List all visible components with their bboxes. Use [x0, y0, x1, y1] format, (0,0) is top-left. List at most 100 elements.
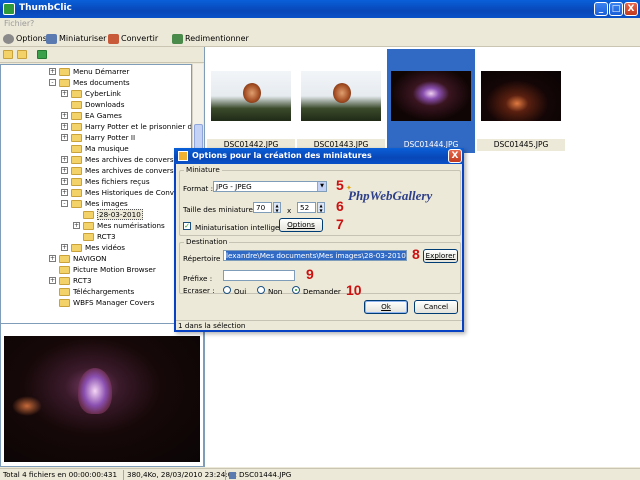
tree-item[interactable]: 28-03-2010 — [73, 209, 143, 220]
preview-image — [4, 336, 200, 462]
tree-expander[interactable]: + — [49, 68, 56, 75]
menu-help[interactable]: ? — [30, 19, 34, 28]
ok-label: Ok — [381, 302, 391, 311]
radio-demander[interactable] — [292, 286, 300, 294]
tree-item[interactable]: - Mes documents — [49, 77, 130, 88]
tree-expander[interactable]: + — [61, 134, 68, 141]
tree-expander[interactable]: + — [61, 90, 68, 97]
radio-oui[interactable] — [223, 286, 231, 294]
tree-item[interactable]: + RCT3 — [49, 275, 92, 286]
tree-item[interactable]: WBFS Manager Covers — [49, 297, 154, 308]
tree-item[interactable]: + Harry Potter II — [61, 132, 135, 143]
title-bar: ThumbClic _ □ X — [0, 0, 640, 18]
options-button[interactable]: Options — [3, 32, 47, 45]
folder-icon — [71, 199, 82, 208]
format-select[interactable]: JPG - JPEG ▼ — [213, 181, 327, 192]
radio-non-label: Non — [268, 287, 283, 296]
tree-item-label: Mes numérisations — [97, 221, 165, 230]
folder-icon — [71, 155, 82, 164]
dialog-icon — [178, 151, 188, 161]
tree-item[interactable]: + CyberLink — [61, 88, 121, 99]
menu-fichier[interactable]: Fichier — [4, 19, 30, 28]
tree-expander[interactable]: - — [49, 79, 56, 86]
tree-item-label: NAVIGON — [73, 254, 107, 263]
tree-expander[interactable]: + — [61, 167, 68, 174]
tree-item[interactable]: + Mes numérisations — [73, 220, 165, 231]
smart-checkbox[interactable]: ✓ — [183, 222, 191, 230]
tree-item-label: Mes images — [85, 199, 128, 208]
miniaturiser-button[interactable]: Miniaturiser — [46, 32, 106, 45]
tree-item-label: RCT3 — [97, 232, 116, 241]
explorer-button[interactable]: Explorer — [423, 249, 458, 263]
tree-item[interactable]: + Menu Démarrer — [49, 66, 129, 77]
folder-icon — [71, 100, 82, 109]
menu-bar: Fichier ? — [0, 18, 640, 30]
chevron-down-icon[interactable]: ▼ — [317, 182, 326, 191]
tree-item[interactable]: Picture Motion Browser — [49, 264, 156, 275]
thumbnail-image — [211, 71, 291, 121]
tree-expander[interactable]: + — [49, 277, 56, 284]
prefix-input[interactable] — [223, 270, 295, 281]
tree-expander — [49, 299, 56, 306]
tree-item[interactable]: + Mes vidéos — [61, 242, 125, 253]
radio-non[interactable] — [257, 286, 265, 294]
folder-icon — [59, 276, 70, 285]
maximize-button[interactable]: □ — [609, 2, 623, 16]
folder-icon — [71, 188, 82, 197]
thumbnail-item[interactable]: DSC01442.JPG — [207, 49, 295, 153]
tree-expander — [49, 288, 56, 295]
annotation-7: 7 — [336, 216, 344, 232]
tree-expander[interactable]: - — [61, 200, 68, 207]
tree-item-label: Ma musique — [85, 144, 129, 153]
folder-up-icon[interactable] — [17, 50, 27, 59]
tree-item[interactable]: + NAVIGON — [49, 253, 106, 264]
convert-icon — [108, 33, 119, 44]
thumbnail-item[interactable]: DSC01443.JPG — [297, 49, 385, 153]
tree-expander[interactable]: + — [61, 178, 68, 185]
tree-item[interactable]: RCT3 — [73, 231, 116, 242]
tree-item[interactable]: + Mes fichiers reçus — [61, 176, 150, 187]
height-input[interactable]: 52 — [297, 202, 316, 213]
width-spinner[interactable]: ▲ ▼ — [273, 202, 281, 213]
height-spinner[interactable]: ▲ ▼ — [317, 202, 325, 213]
convertir-button[interactable]: Convertir — [108, 32, 158, 45]
close-button[interactable]: X — [624, 2, 638, 16]
cancel-button[interactable]: Cancel — [414, 300, 458, 314]
tree-expander[interactable]: + — [61, 189, 68, 196]
tree-expander[interactable]: + — [61, 244, 68, 251]
tree-item-label: Mes vidéos — [85, 243, 126, 252]
folder-icon — [71, 89, 82, 98]
tree-item[interactable]: Downloads — [61, 99, 124, 110]
options-dialog-button[interactable]: Options — [279, 218, 323, 232]
tree-item-label: Picture Motion Browser — [73, 265, 156, 274]
tree-item[interactable]: + EA Games — [61, 110, 122, 121]
tree-item[interactable]: + Mes archives de conversations — [61, 154, 191, 165]
thumbnail-item[interactable]: DSC01445.JPG — [477, 49, 565, 153]
redimensionner-button[interactable]: Redimentionner — [172, 32, 249, 45]
tree-expander[interactable]: + — [61, 156, 68, 163]
refresh-icon[interactable] — [37, 50, 47, 59]
tree-expander — [73, 211, 80, 218]
repertoire-input[interactable]: lexandre\Mes documents\Mes images\28-03-… — [223, 250, 407, 261]
folder-icon — [59, 298, 70, 307]
folder-tree[interactable]: + Menu Démarrer - Mes documents + CyberLink Do… — [0, 64, 192, 360]
tree-expander[interactable]: + — [61, 123, 68, 130]
width-input[interactable]: 70 — [253, 202, 272, 213]
tree-item[interactable]: Ma musique — [61, 143, 129, 154]
new-folder-icon[interactable] — [3, 50, 13, 59]
tree-item[interactable]: + Mes Historiques de Conversation — [61, 187, 191, 198]
tree-item[interactable]: + Mes archives de conversations — [61, 165, 191, 176]
tree-item[interactable]: + Harry Potter et le prisonnier d'Azkab — [61, 121, 191, 132]
thumbnail-caption: DSC01445.JPG — [477, 139, 565, 151]
tree-item[interactable]: - Mes images — [61, 198, 128, 209]
tree-item[interactable]: Téléchargements — [49, 286, 134, 297]
tree-item-label: Mes fichiers reçus — [85, 177, 150, 186]
tree-expander[interactable]: + — [61, 112, 68, 119]
dialog-close-button[interactable]: X — [448, 149, 462, 163]
status-file-name: DSC01444.JPG — [239, 470, 292, 479]
thumbnail-item[interactable]: DSC01444.JPG — [387, 49, 475, 153]
tree-expander[interactable]: + — [73, 222, 80, 229]
tree-expander[interactable]: + — [49, 255, 56, 262]
minimize-button[interactable]: _ — [594, 2, 608, 16]
ok-button[interactable]: Ok — [364, 300, 408, 314]
